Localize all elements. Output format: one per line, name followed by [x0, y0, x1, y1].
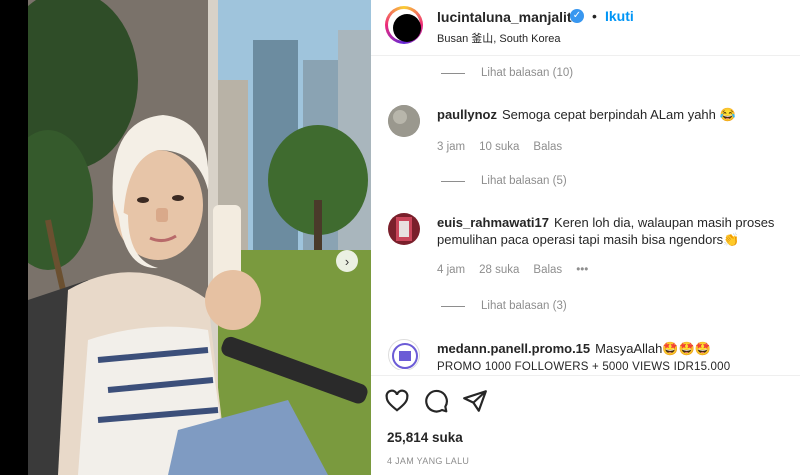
comment-username[interactable]: euis_rahmawati17: [437, 215, 549, 230]
follow-button[interactable]: Ikuti: [605, 8, 634, 24]
post-viewer: lucintaluna_manjalita ✓ • Ikuti Busan 釜山…: [0, 0, 800, 475]
comment-bubble-icon[interactable]: [423, 388, 449, 414]
reply-button[interactable]: Balas: [533, 141, 562, 153]
comment-username[interactable]: medann.panell.promo.15: [437, 341, 590, 356]
author-username[interactable]: lucintaluna_manjalita: [437, 9, 579, 25]
comment-avatar[interactable]: [388, 105, 420, 137]
post-actions: 25,814 suka 4 JAM YANG LALU: [371, 375, 800, 475]
comment-meta: 4 jam 28 suka Balas •••: [437, 264, 588, 276]
comment-likes[interactable]: 28 suka: [479, 264, 519, 276]
comment-text: paullynoz Semoga cepat berpindah ALam yah…: [437, 106, 787, 123]
comment-text: medann.panell.promo.15 MasyaAllah🤩🤩🤩 PROM…: [437, 340, 787, 370]
post-header: lucintaluna_manjalita ✓ • Ikuti Busan 釜山…: [371, 0, 800, 56]
post-time[interactable]: 4 JAM YANG LALU: [387, 456, 469, 466]
comment-likes[interactable]: 10 suka: [479, 141, 519, 153]
more-options-icon[interactable]: •••: [576, 264, 588, 276]
comment-avatar-image: [396, 217, 412, 241]
post-details-panel: lucintaluna_manjalita ✓ • Ikuti Busan 釜山…: [371, 0, 800, 475]
replies-line: [441, 72, 465, 74]
replies-line: [441, 305, 465, 307]
comment-age[interactable]: 3 jam: [437, 141, 465, 153]
reply-button[interactable]: Balas: [533, 264, 562, 276]
like-count[interactable]: 25,814 suka: [387, 430, 463, 445]
left-border: [0, 0, 28, 475]
comment-username[interactable]: paullynoz: [437, 107, 497, 122]
avatar-inner: [388, 9, 421, 42]
avatar-image: [393, 14, 421, 42]
view-replies-label: Lihat balasan (3): [481, 300, 567, 312]
view-replies-button[interactable]: Lihat balasan (5): [441, 175, 567, 187]
comment-avatar-image: [392, 343, 418, 369]
post-location[interactable]: Busan 釜山, South Korea: [437, 30, 561, 46]
heart-icon[interactable]: [384, 388, 410, 414]
comment-body: Semoga cepat berpindah ALam yahh 😂: [501, 107, 736, 122]
view-replies-label: Lihat balasan (5): [481, 175, 567, 187]
paper-plane-icon[interactable]: [462, 388, 488, 414]
verified-badge-icon: ✓: [570, 9, 584, 23]
view-replies-label: Lihat balasan (10): [481, 67, 574, 79]
comment-avatar[interactable]: [388, 213, 420, 245]
header-separator: •: [592, 8, 597, 24]
author-avatar[interactable]: [385, 6, 423, 44]
comment-body: MasyaAllah🤩🤩🤩: [595, 341, 711, 356]
replies-line: [441, 180, 465, 182]
comment-avatar[interactable]: [388, 339, 420, 370]
comments-list[interactable]: Lihat balasan (10) paullynoz Semoga cepat…: [371, 57, 800, 370]
view-replies-button[interactable]: Lihat balasan (10): [441, 67, 573, 79]
photo-illustration: [28, 0, 371, 475]
comment-text: euis_rahmawati17 Keren loh dia, walaupan …: [437, 214, 787, 248]
view-replies-button[interactable]: Lihat balasan (3): [441, 300, 567, 312]
chevron-right-icon[interactable]: ›: [336, 250, 358, 272]
comment-body-line2: PROMO 1000 FOLLOWERS + 5000 VIEWS IDR15.…: [437, 361, 731, 370]
comment-avatar-image: [388, 105, 420, 137]
comment-meta: 3 jam 10 suka Balas: [437, 141, 562, 153]
comment-age[interactable]: 4 jam: [437, 264, 465, 276]
post-photo[interactable]: [28, 0, 371, 475]
